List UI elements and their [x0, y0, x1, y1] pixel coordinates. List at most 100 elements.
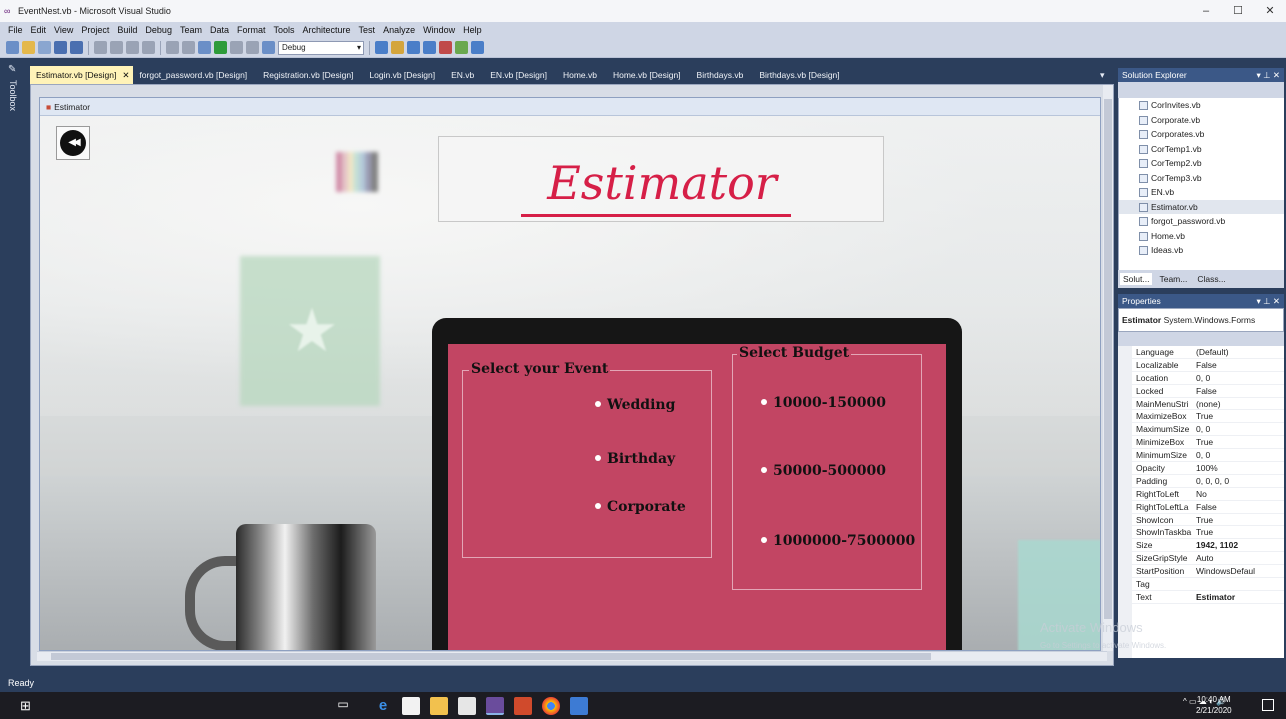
output-icon[interactable]: [471, 41, 484, 54]
tab-estimator-design[interactable]: Estimator.vb [Design] ✕: [30, 66, 134, 84]
menu-project[interactable]: Project: [77, 25, 113, 35]
cut-icon[interactable]: [94, 41, 107, 54]
property-value[interactable]: 0, 0: [1196, 372, 1284, 384]
property-row[interactable]: Text Estimator: [1132, 591, 1284, 604]
tree-item[interactable]: EN.vb: [1119, 185, 1284, 200]
property-row[interactable]: Location 0, 0: [1132, 372, 1284, 385]
close-button[interactable]: ✕: [1254, 0, 1286, 22]
tree-item[interactable]: forgot_password.vb: [1119, 214, 1284, 229]
menu-data[interactable]: Data: [206, 25, 233, 35]
tree-item[interactable]: Corporate.vb: [1119, 113, 1284, 128]
property-row[interactable]: StartPosition WindowsDefaul: [1132, 565, 1284, 579]
open-file-icon[interactable]: [22, 41, 35, 54]
file-explorer-icon[interactable]: [430, 697, 448, 715]
panel-pin-close-icon[interactable]: ▾ ⊥ ✕: [1256, 294, 1280, 308]
tab-registration-design[interactable]: Registration.vb [Design]: [257, 66, 363, 84]
notification-center-icon[interactable]: [1262, 699, 1274, 711]
minimize-button[interactable]: –: [1190, 0, 1222, 22]
property-row[interactable]: MinimizeBox True: [1132, 436, 1284, 450]
tab-birthdays-code[interactable]: Birthdays.vb: [691, 66, 754, 84]
property-value[interactable]: (none): [1196, 398, 1284, 410]
property-row[interactable]: RightToLeftLa False: [1132, 501, 1284, 514]
team-icon[interactable]: [455, 41, 468, 54]
save-all-icon[interactable]: [70, 41, 83, 54]
property-row[interactable]: Size 1942, 1102: [1132, 539, 1284, 553]
tab-birthdays-design[interactable]: Birthdays.vb [Design]: [753, 66, 849, 84]
radio-dot[interactable]: [595, 401, 601, 407]
property-row[interactable]: MinimumSize 0, 0: [1132, 449, 1284, 463]
estimator-form[interactable]: ■ Estimator ★ ◀◀ Estimator Select your Ev: [39, 97, 1101, 651]
property-value[interactable]: 1942, 1102: [1196, 539, 1284, 551]
stop-icon[interactable]: [246, 41, 259, 54]
property-row[interactable]: ShowInTaskba True: [1132, 526, 1284, 540]
toolbox-label[interactable]: Toolbox: [8, 80, 18, 111]
store-icon[interactable]: [402, 697, 420, 715]
object-browser-icon[interactable]: [423, 41, 436, 54]
windows-start-icon[interactable]: ⊞: [20, 699, 34, 713]
properties-header[interactable]: Properties ▾ ⊥ ✕: [1118, 294, 1284, 308]
toolbox-pin-icon[interactable]: ✎: [8, 64, 16, 75]
radio-birthday[interactable]: Birthday: [595, 451, 675, 467]
property-value[interactable]: No: [1196, 488, 1284, 500]
designer-horizontal-scrollbar[interactable]: [37, 651, 1107, 661]
visual-studio-icon[interactable]: [486, 697, 504, 715]
property-value[interactable]: True: [1196, 514, 1284, 526]
menu-edit[interactable]: Edit: [27, 25, 51, 35]
property-value[interactable]: 0, 0, 0, 0: [1196, 475, 1284, 487]
start-debug-icon[interactable]: [214, 41, 227, 54]
menu-build[interactable]: Build: [113, 25, 141, 35]
tab-overflow-dropdown-icon[interactable]: ▾: [1100, 66, 1105, 84]
menu-tools[interactable]: Tools: [270, 25, 299, 35]
property-value[interactable]: True: [1196, 410, 1284, 422]
property-value[interactable]: (Default): [1196, 346, 1284, 358]
property-row[interactable]: MaximumSize 0, 0: [1132, 423, 1284, 437]
menu-team[interactable]: Team: [176, 25, 206, 35]
property-value[interactable]: 0, 0: [1196, 449, 1284, 461]
property-row[interactable]: Locked False: [1132, 385, 1284, 398]
tree-item[interactable]: CorTemp2.vb: [1119, 156, 1284, 171]
tab-solution-explorer[interactable]: Solut...: [1120, 273, 1153, 285]
property-row[interactable]: Tag: [1132, 578, 1284, 591]
tree-item[interactable]: CorTemp3.vb: [1119, 171, 1284, 186]
edge-icon[interactable]: e: [374, 697, 392, 715]
menu-analyze[interactable]: Analyze: [379, 25, 419, 35]
powerpoint-icon[interactable]: [514, 697, 532, 715]
menu-view[interactable]: View: [50, 25, 77, 35]
step-icon[interactable]: [262, 41, 275, 54]
property-row[interactable]: Localizable False: [1132, 359, 1284, 372]
tree-item[interactable]: Home.vb: [1119, 229, 1284, 244]
designer-vertical-scrollbar[interactable]: [1103, 85, 1113, 651]
paste-icon[interactable]: [126, 41, 139, 54]
navigate-icon[interactable]: [198, 41, 211, 54]
radio-dot[interactable]: [761, 537, 767, 543]
menu-window[interactable]: Window: [419, 25, 459, 35]
tab-team-explorer[interactable]: Team...: [1156, 273, 1190, 285]
property-value[interactable]: False: [1196, 359, 1284, 371]
radio-budget-mid[interactable]: 50000-500000: [761, 463, 886, 479]
property-value[interactable]: Auto: [1196, 552, 1284, 564]
radio-corporate[interactable]: Corporate: [595, 499, 686, 515]
radio-dot[interactable]: [595, 455, 601, 461]
menu-format[interactable]: Format: [233, 25, 270, 35]
tab-home-code[interactable]: Home.vb: [557, 66, 607, 84]
menu-architecture[interactable]: Architecture: [299, 25, 355, 35]
menu-file[interactable]: File: [4, 25, 27, 35]
new-project-icon[interactable]: [6, 41, 19, 54]
menu-help[interactable]: Help: [459, 25, 486, 35]
property-row[interactable]: ShowIcon True: [1132, 514, 1284, 527]
panel-pin-close-icon[interactable]: ▾ ⊥ ✕: [1256, 68, 1280, 82]
property-row[interactable]: Padding 0, 0, 0, 0: [1132, 475, 1284, 488]
toolbox-icon[interactable]: [439, 41, 452, 54]
mail-icon[interactable]: [458, 697, 476, 715]
tree-item-selected[interactable]: Estimator.vb: [1119, 199, 1284, 214]
taskbar-clock[interactable]: 10:40 AM 2/21/2020: [1196, 694, 1232, 716]
property-value[interactable]: False: [1196, 501, 1284, 513]
back-button[interactable]: ◀◀: [56, 126, 90, 160]
tree-item[interactable]: CorTemp1.vb: [1119, 142, 1284, 157]
save-icon[interactable]: [54, 41, 67, 54]
tab-home-design[interactable]: Home.vb [Design]: [607, 66, 691, 84]
undo-icon[interactable]: [166, 41, 179, 54]
solution-explorer-header[interactable]: Solution Explorer ▾ ⊥ ✕: [1118, 68, 1284, 82]
scroll-thumb[interactable]: [1104, 99, 1112, 619]
solution-config-select[interactable]: Debug: [278, 40, 364, 55]
